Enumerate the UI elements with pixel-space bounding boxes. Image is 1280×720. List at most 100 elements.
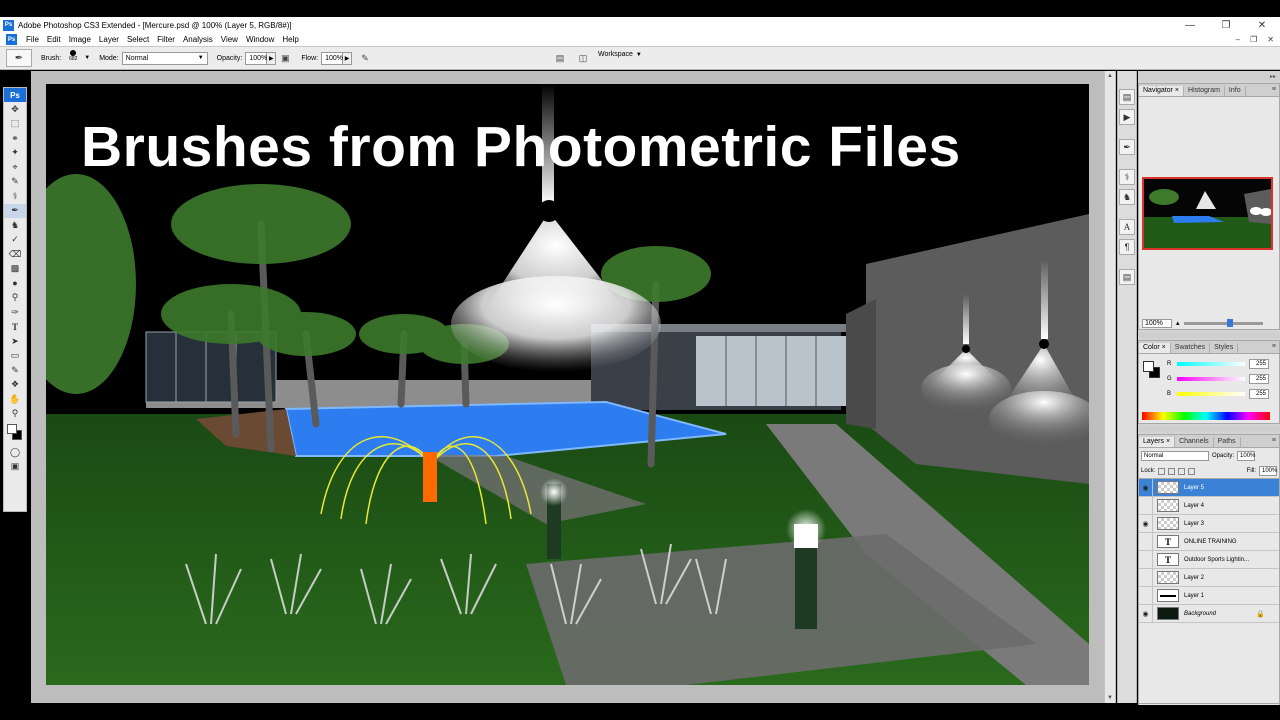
visibility-toggle[interactable]	[1139, 532, 1153, 551]
quick-mask-icon[interactable]: ◯	[4, 445, 26, 460]
tool-preset-picker[interactable]: ✒	[6, 49, 32, 67]
eye-icon[interactable]: ◉	[1139, 604, 1153, 623]
gradient-tool-icon[interactable]: ▩	[4, 262, 26, 277]
healing-brush-tool-icon[interactable]: ⚕	[4, 189, 26, 204]
layer-row-layer-5[interactable]: ◉ Layer 5	[1139, 478, 1279, 497]
panel-grip[interactable]	[1138, 426, 1280, 432]
canvas-vertical-scrollbar[interactable]: ▲ ▼	[1104, 71, 1115, 703]
foreground-swatch[interactable]	[1143, 361, 1154, 372]
color-spectrum-ramp[interactable]	[1142, 412, 1270, 420]
doc-close-icon[interactable]: ✕	[1267, 35, 1274, 44]
close-icon[interactable]: ✕	[1244, 17, 1280, 33]
go-to-bridge-icon[interactable]: ◫	[576, 51, 590, 65]
tab-swatches[interactable]: Swatches	[1171, 343, 1211, 353]
menu-file[interactable]: File	[22, 35, 43, 44]
brush-tool-icon[interactable]: ✒	[4, 203, 26, 218]
opacity-field[interactable]: 100%	[245, 51, 268, 65]
tab-histogram[interactable]: Histogram	[1184, 86, 1225, 96]
history-panel-icon[interactable]: ▤	[1119, 89, 1135, 105]
type-tool-icon[interactable]: T	[4, 320, 26, 335]
foreground-color-swatch[interactable]	[7, 424, 17, 434]
panel-menu-icon[interactable]: ≡	[1272, 86, 1276, 93]
visibility-toggle[interactable]	[1139, 568, 1153, 587]
brush-dropdown-icon[interactable]: ▼	[84, 55, 90, 61]
brush-picker[interactable]: 682	[64, 48, 82, 68]
visibility-toggle[interactable]	[1139, 586, 1153, 605]
tool-presets-icon[interactable]: ✒	[1119, 139, 1135, 155]
menu-help[interactable]: Help	[278, 35, 302, 44]
menu-window[interactable]: Window	[242, 35, 278, 44]
collapse-panels-icon[interactable]: ▸▸	[1270, 73, 1276, 80]
layer-row-layer-2[interactable]: Layer 2	[1139, 568, 1279, 587]
hand-tool-icon[interactable]: ✋	[4, 392, 26, 407]
toolbox-header[interactable]: Ps	[4, 88, 26, 102]
visibility-toggle[interactable]	[1139, 550, 1153, 569]
navigator-thumbnail[interactable]	[1142, 177, 1273, 250]
move-tool-icon[interactable]: ✥	[4, 102, 26, 117]
tab-color[interactable]: Color ×	[1139, 343, 1171, 353]
eraser-tool-icon[interactable]: ⌫	[4, 247, 26, 262]
red-slider[interactable]	[1177, 362, 1245, 366]
fill-field[interactable]: 100%	[1259, 466, 1277, 476]
tab-info[interactable]: Info	[1225, 86, 1246, 96]
color-swatches[interactable]	[4, 421, 26, 445]
restore-icon[interactable]: ❐	[1208, 17, 1244, 33]
shape-tool-icon[interactable]: ▭	[4, 349, 26, 364]
menu-select[interactable]: Select	[123, 35, 153, 44]
blur-tool-icon[interactable]: ●	[4, 276, 26, 291]
clone-stamp-tool-icon[interactable]: ♞	[4, 218, 26, 233]
notes-tool-icon[interactable]: ✎	[4, 363, 26, 378]
lock-transparent-icon[interactable]	[1158, 467, 1166, 475]
brushes-palette-icon[interactable]: ▤	[553, 51, 567, 65]
document-canvas[interactable]: Brushes from Photometric Files	[46, 84, 1089, 685]
zoom-out-icon[interactable]: ▴	[1176, 319, 1180, 327]
scroll-down-icon[interactable]: ▼	[1105, 693, 1115, 703]
tab-navigator[interactable]: Navigator ×	[1139, 86, 1185, 96]
brushes-panel-icon[interactable]: ⚕	[1119, 169, 1135, 185]
scroll-up-icon[interactable]: ▲	[1105, 71, 1115, 81]
airbrush-icon[interactable]: ✎	[358, 51, 372, 65]
workspace-button[interactable]: Workspace ▼	[598, 51, 642, 58]
history-brush-tool-icon[interactable]: ✓	[4, 233, 26, 248]
pen-tool-icon[interactable]: ✑	[4, 305, 26, 320]
tab-channels[interactable]: Channels	[1175, 437, 1214, 447]
menu-view[interactable]: View	[217, 35, 242, 44]
doc-restore-icon[interactable]: ❐	[1250, 35, 1257, 44]
slice-tool-icon[interactable]: ✎	[4, 175, 26, 190]
green-slider[interactable]	[1177, 377, 1245, 381]
zoom-slider[interactable]	[1183, 318, 1263, 327]
lock-image-icon[interactable]	[1168, 467, 1176, 475]
layer-row-layer-3[interactable]: ◉ Layer 3	[1139, 514, 1279, 533]
panel-menu-icon[interactable]: ≡	[1272, 343, 1276, 350]
flow-field[interactable]: 100%	[321, 51, 344, 65]
blue-slider[interactable]	[1177, 392, 1245, 396]
panel-menu-icon[interactable]: ≡	[1272, 437, 1276, 444]
lock-all-icon[interactable]	[1188, 467, 1196, 475]
layer-comps-icon[interactable]: ▤	[1119, 269, 1135, 285]
zoom-slider-knob[interactable]	[1227, 318, 1234, 327]
zoom-field[interactable]: 100%	[1142, 318, 1172, 328]
layer-opacity-field[interactable]: 100%	[1237, 451, 1255, 461]
color-panel-swatches[interactable]	[1143, 361, 1161, 379]
menu-image[interactable]: Image	[65, 35, 95, 44]
path-selection-tool-icon[interactable]: ➤	[4, 334, 26, 349]
screen-mode-icon[interactable]: ▣	[4, 460, 26, 475]
character-panel-icon[interactable]: A	[1119, 219, 1135, 235]
flow-slider-arrow-icon[interactable]: ▶	[343, 51, 353, 65]
lock-position-icon[interactable]	[1178, 467, 1186, 475]
marquee-tool-icon[interactable]: ⬚	[4, 117, 26, 132]
lasso-tool-icon[interactable]: ⚭	[4, 131, 26, 146]
paragraph-panel-icon[interactable]: ¶	[1119, 239, 1135, 255]
minimize-icon[interactable]: —	[1172, 17, 1208, 33]
doc-minimize-icon[interactable]: –	[1236, 35, 1240, 44]
panel-grip[interactable]: ▸▸	[1138, 71, 1280, 81]
layer-row-background[interactable]: ◉ Background 🔒	[1139, 604, 1279, 623]
blue-value[interactable]: 255	[1249, 389, 1269, 399]
tab-paths[interactable]: Paths	[1214, 437, 1241, 447]
tab-layers[interactable]: Layers ×	[1139, 437, 1176, 447]
layer-row-outdoor-sports[interactable]: T Outdoor Sports Lightin...	[1139, 550, 1279, 569]
eye-icon[interactable]: ◉	[1139, 514, 1153, 533]
menu-analysis[interactable]: Analysis	[179, 35, 217, 44]
opacity-slider-arrow-icon[interactable]: ▶	[267, 51, 277, 65]
layer-row-online-training[interactable]: T ONLINE TRAINING	[1139, 532, 1279, 551]
